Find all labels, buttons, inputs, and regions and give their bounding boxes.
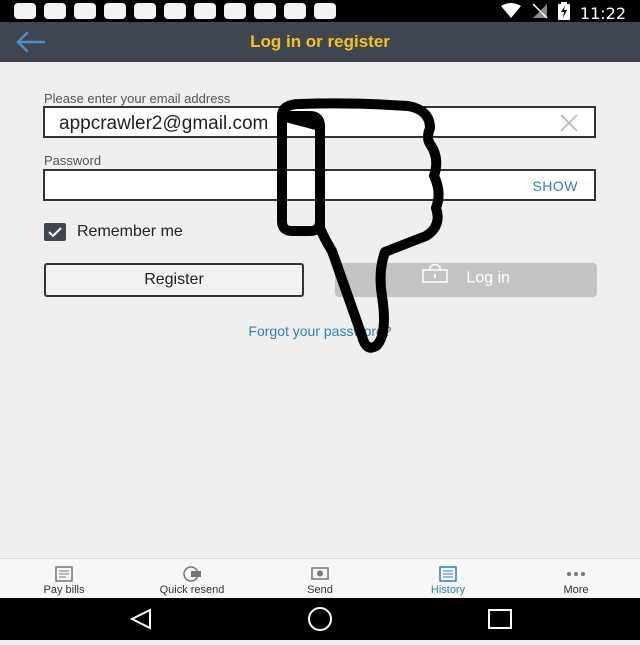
battery-charging-icon bbox=[557, 2, 570, 24]
tab-label: Send bbox=[307, 584, 333, 596]
tab-history[interactable]: History bbox=[384, 559, 512, 599]
nav-home-icon[interactable] bbox=[308, 607, 332, 631]
page-title: Log in or register bbox=[250, 32, 390, 51]
email-value: appcrawler2@gmail.com bbox=[59, 113, 269, 134]
check-icon bbox=[48, 227, 62, 238]
tab-label: Pay bills bbox=[43, 584, 85, 596]
more-icon bbox=[566, 564, 586, 584]
lock-icon bbox=[422, 263, 448, 294]
bottom-tab-bar: Pay bills Quick resend Send History More bbox=[0, 558, 640, 599]
tab-quick-resend[interactable]: Quick resend bbox=[128, 559, 256, 599]
status-bar: 11:22 bbox=[0, 0, 640, 24]
wifi-icon bbox=[500, 3, 522, 23]
status-time: 11:22 bbox=[579, 3, 626, 23]
tab-label: More bbox=[563, 584, 589, 596]
notification-icon bbox=[254, 3, 276, 19]
notification-icon bbox=[314, 3, 336, 19]
tab-more[interactable]: More bbox=[512, 559, 640, 599]
login-button[interactable]: Log in bbox=[335, 263, 597, 297]
login-label: Log in bbox=[466, 269, 511, 287]
pay-bills-icon bbox=[54, 564, 74, 584]
notification-icon bbox=[44, 3, 66, 19]
tab-pay-bills[interactable]: Pay bills bbox=[0, 559, 128, 599]
email-label: Please enter your email address bbox=[44, 91, 231, 106]
notification-icon bbox=[134, 3, 156, 19]
forgot-password-link[interactable]: Forgot your password? bbox=[0, 323, 640, 339]
notification-icon bbox=[164, 3, 186, 19]
notification-icon bbox=[74, 3, 96, 19]
notification-icons bbox=[14, 3, 336, 19]
app-bar: Log in or register bbox=[0, 22, 640, 62]
history-icon bbox=[438, 564, 458, 584]
password-label: Password bbox=[44, 153, 102, 168]
nav-recents-icon[interactable] bbox=[488, 609, 512, 629]
no-signal-icon bbox=[532, 3, 548, 23]
notification-icon bbox=[284, 3, 306, 19]
nav-back-icon[interactable] bbox=[129, 608, 151, 630]
tab-label: History bbox=[430, 584, 466, 596]
show-password-button[interactable]: SHOW bbox=[532, 178, 578, 194]
notification-icon bbox=[14, 3, 36, 19]
remember-me-checkbox[interactable] bbox=[44, 223, 66, 241]
clear-icon[interactable] bbox=[560, 114, 578, 132]
password-field[interactable]: SHOW bbox=[43, 169, 596, 201]
tab-send[interactable]: Send bbox=[256, 559, 384, 599]
notification-icon bbox=[224, 3, 246, 19]
register-button[interactable]: Register bbox=[44, 263, 304, 297]
remember-me-label: Remember me bbox=[77, 223, 183, 240]
quick-resend-icon bbox=[182, 564, 202, 584]
notification-icon bbox=[104, 3, 126, 19]
email-field[interactable]: appcrawler2@gmail.com bbox=[43, 106, 596, 138]
tab-label: Quick resend bbox=[159, 584, 225, 596]
notification-icon bbox=[194, 3, 216, 19]
send-icon bbox=[310, 564, 330, 584]
system-nav-bar bbox=[0, 598, 640, 640]
